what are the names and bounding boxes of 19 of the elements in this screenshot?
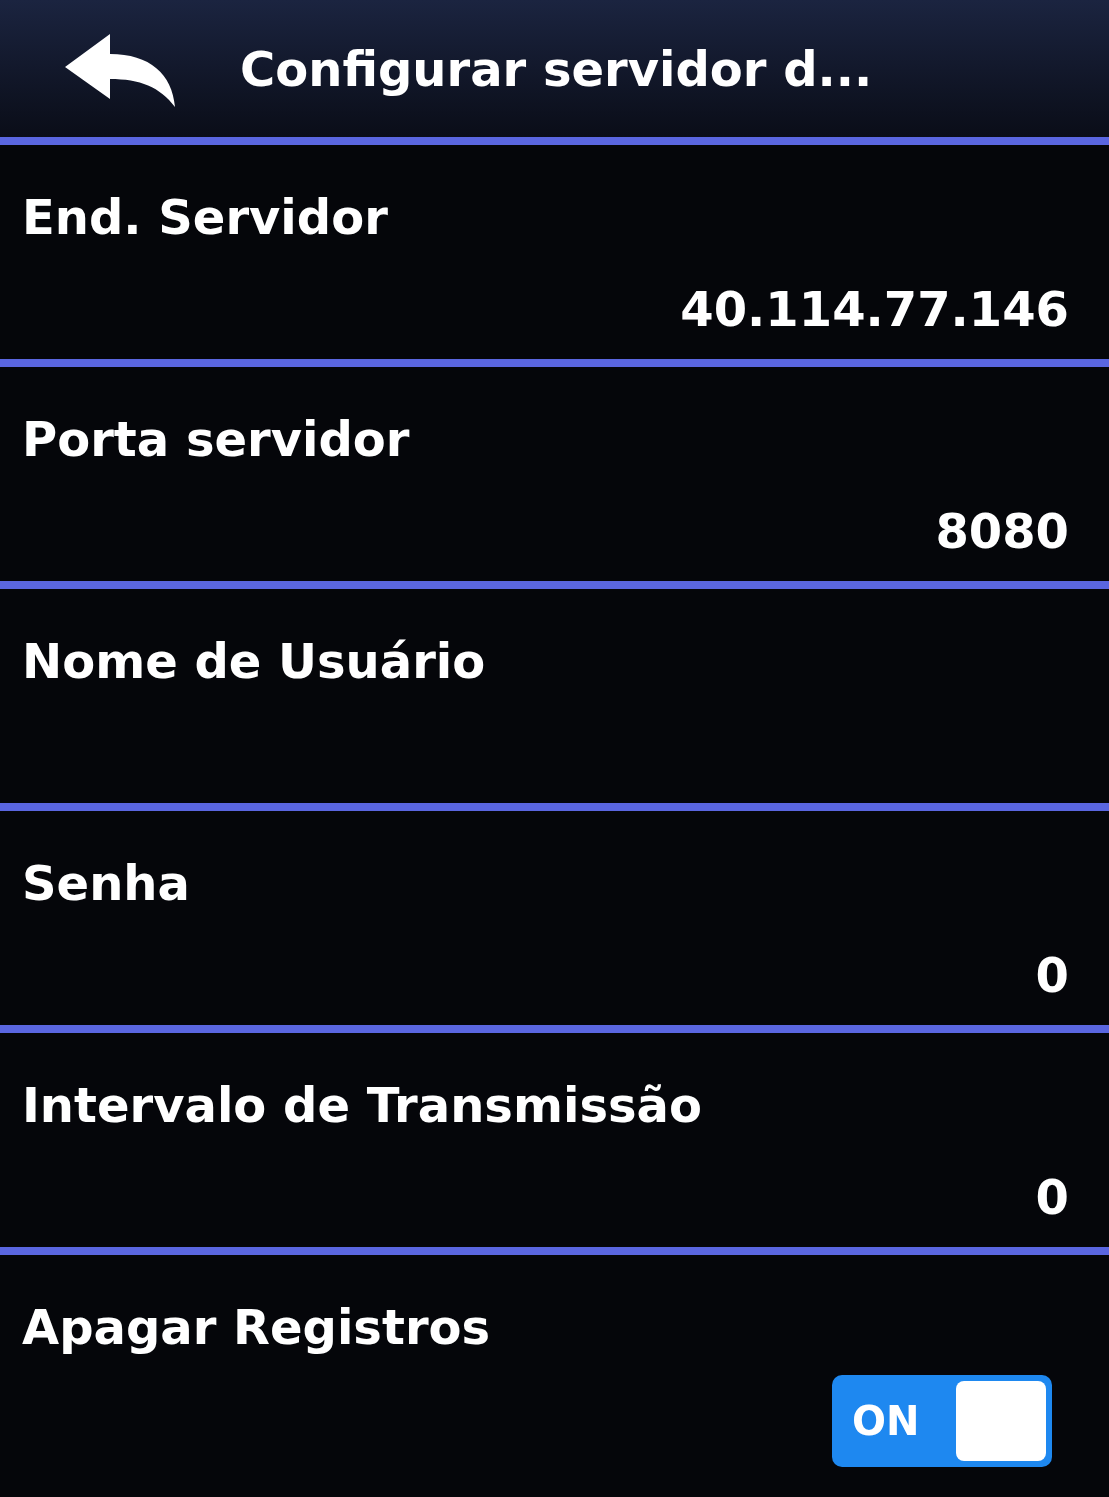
screen-title: Configurar servidor d...: [240, 39, 873, 99]
setting-label: Intervalo de Transmissão: [22, 1076, 702, 1135]
setting-value: 0: [1035, 946, 1070, 1005]
setting-row[interactable]: Senha 0: [0, 811, 1109, 1033]
setting-value: 8080: [935, 502, 1070, 561]
setting-row[interactable]: Nome de Usuário: [0, 589, 1109, 811]
setting-label: Senha: [22, 854, 190, 913]
setting-label: Porta servidor: [22, 410, 410, 469]
setting-value: 40.114.77.146: [680, 280, 1070, 339]
setting-row[interactable]: Intervalo de Transmissão 0: [0, 1033, 1109, 1255]
setting-label: End. Servidor: [22, 188, 388, 247]
setting-row[interactable]: End. Servidor 40.114.77.146: [0, 145, 1109, 367]
setting-label: Apagar Registros: [22, 1298, 491, 1357]
setting-value: 0: [1035, 1168, 1070, 1227]
toggle-label: ON: [851, 1397, 920, 1446]
setting-row[interactable]: Porta servidor 8080: [0, 367, 1109, 589]
toggle-switch[interactable]: ON: [832, 1375, 1052, 1467]
setting-label: Nome de Usuário: [22, 632, 486, 691]
setting-row[interactable]: Apagar Registros ON: [0, 1255, 1109, 1497]
